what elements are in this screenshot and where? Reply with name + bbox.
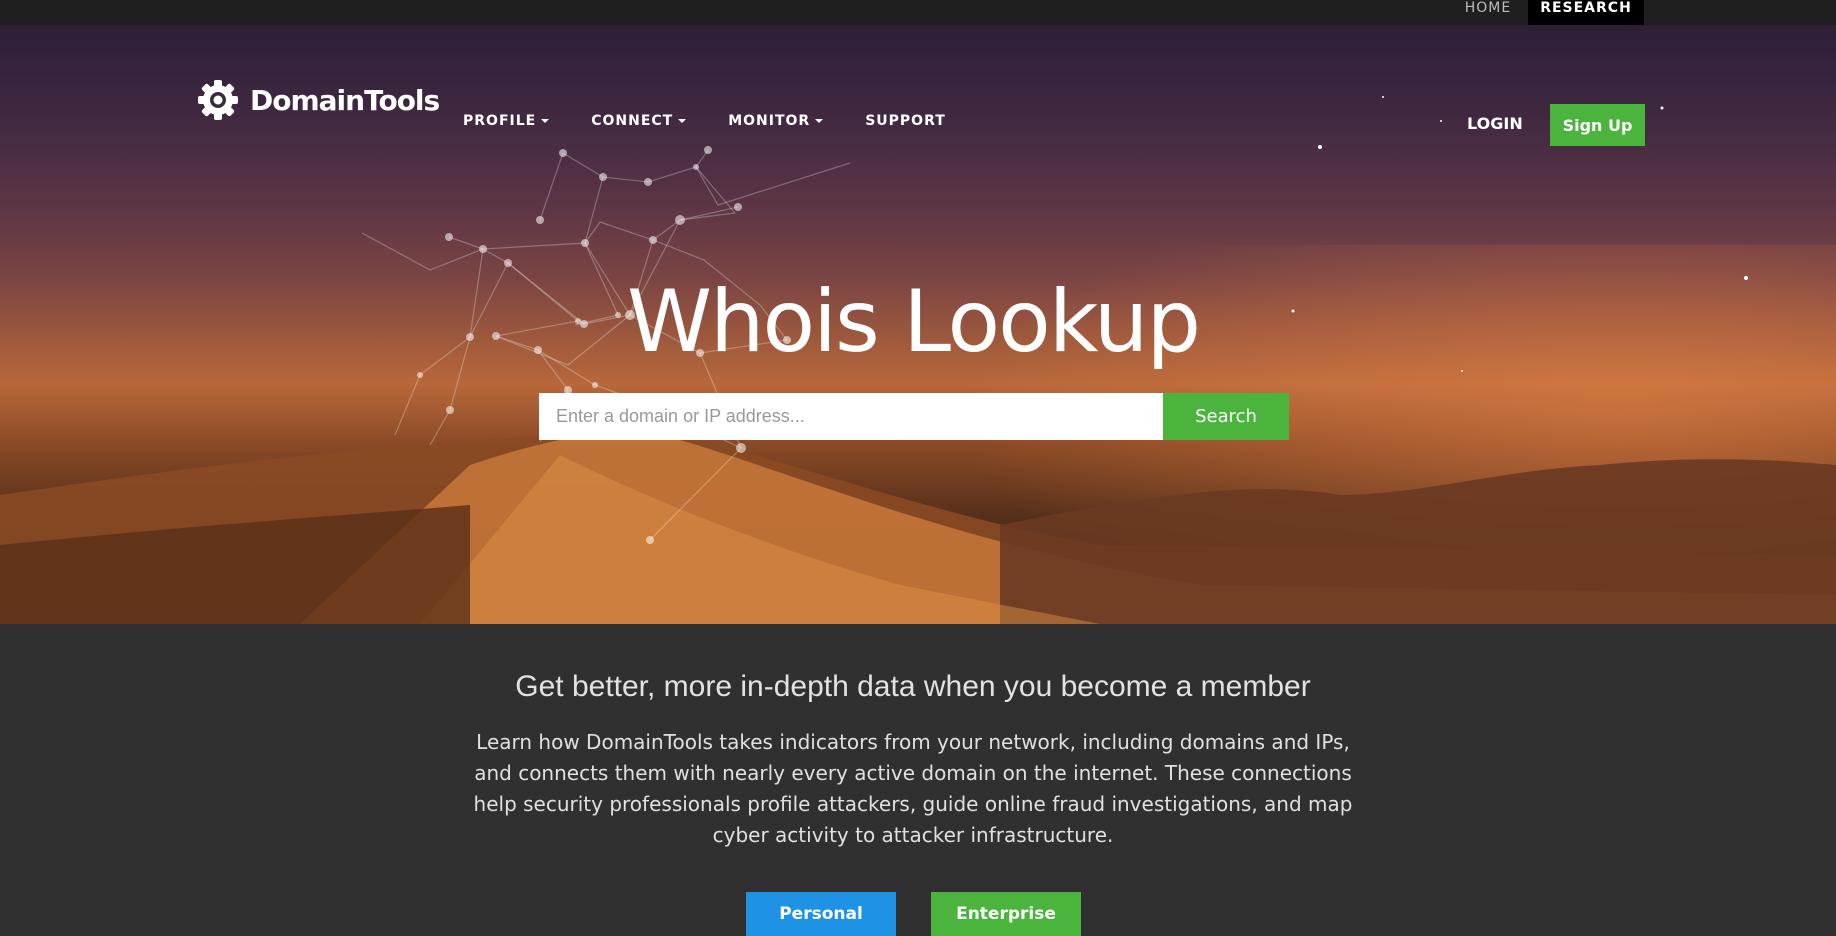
caret-down-icon [541,119,550,123]
caret-down-icon [678,119,687,123]
caret-down-icon [815,119,824,123]
page-title: Whois Lookup [626,272,1201,372]
utility-bar: HOME RESEARCH [0,0,1836,25]
personal-plan-button[interactable]: Personal [746,892,896,936]
nav-item-label: MONITOR [728,113,811,129]
member-heading: Get better, more in-depth data when you … [515,670,1311,703]
nav-item-label: CONNECT [591,113,674,129]
gear-icon [198,80,238,120]
nav-item-monitor[interactable]: MONITOR [728,113,824,129]
nav-item-support[interactable]: SUPPORT [865,113,946,129]
login-link[interactable]: LOGIN [1467,114,1523,133]
logo-text: DomainTools [250,83,440,117]
main-nav: PROFILE CONNECT MONITOR SUPPORT [463,113,988,129]
nav-item-label: SUPPORT [865,113,946,129]
member-section: Get better, more in-depth data when you … [0,624,1836,936]
nav-item-label: PROFILE [463,113,537,129]
nav-item-profile[interactable]: PROFILE [463,113,550,129]
whois-search-form: Search [539,393,1289,440]
search-button[interactable]: Search [1163,393,1289,440]
domaintools-logo[interactable]: DomainTools [196,78,440,122]
member-description: Learn how DomainTools takes indicators f… [473,730,1353,847]
utility-research-link[interactable]: RESEARCH [1528,0,1644,25]
domain-search-input[interactable] [539,393,1163,440]
signup-button[interactable]: Sign Up [1550,104,1645,146]
utility-home-link[interactable]: HOME [1448,0,1528,25]
hero-section: DomainTools PROFILE CONNECT MONITOR SUPP… [0,25,1836,624]
nav-item-connect[interactable]: CONNECT [591,113,687,129]
enterprise-plan-button[interactable]: Enterprise [931,892,1081,936]
